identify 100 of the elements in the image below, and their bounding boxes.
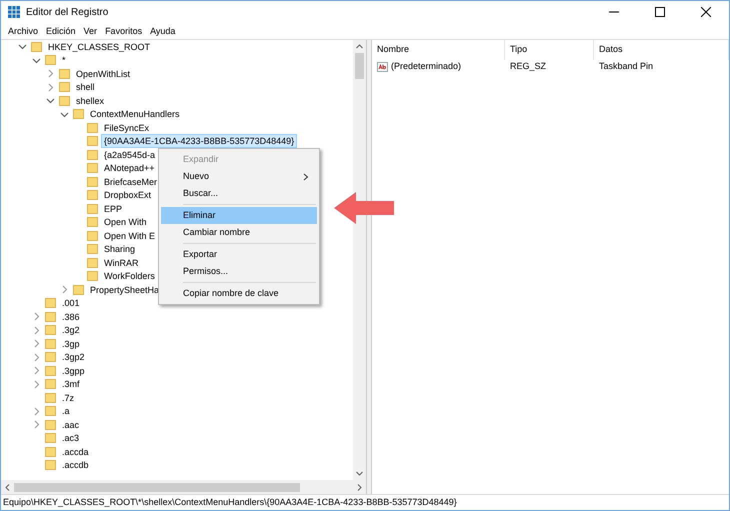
- tree-item[interactable]: ContextMenuHandlers: [88, 108, 182, 120]
- folder-icon: [45, 298, 56, 308]
- folder-icon: [87, 258, 98, 268]
- folder-icon: [87, 122, 98, 133]
- folder-icon: [45, 366, 56, 376]
- tree-item[interactable]: FileSyncEx: [102, 122, 152, 134]
- value-data: Taskband Pin: [598, 60, 654, 74]
- string-value-icon: [377, 62, 388, 72]
- chevron-down-icon[interactable]: [32, 56, 41, 65]
- tree-item[interactable]: BriefcaseMer: [102, 176, 160, 188]
- tree-item[interactable]: *: [60, 54, 68, 66]
- tree-item[interactable]: .a: [60, 405, 72, 418]
- arrow-icon: [334, 192, 394, 224]
- tree-item[interactable]: DropboxExt: [102, 189, 154, 202]
- menu-item[interactable]: Exportar: [161, 246, 317, 263]
- tree-item[interactable]: EPP: [102, 202, 124, 215]
- value-name: (Predeterminado): [391, 60, 462, 74]
- menu-item[interactable]: Eliminar: [161, 207, 317, 224]
- folder-icon: [31, 42, 42, 52]
- chevron-right-icon[interactable]: [32, 380, 41, 389]
- folder-icon: [45, 312, 56, 322]
- close-icon: [701, 7, 711, 17]
- menu-item[interactable]: Archivo: [4, 24, 42, 38]
- tree-item[interactable]: Open With: [102, 216, 149, 228]
- tree-item[interactable]: .386: [60, 310, 82, 323]
- folder-icon: [59, 96, 70, 106]
- menu-item[interactable]: Permisos...: [161, 263, 317, 280]
- folder-icon: [87, 204, 98, 214]
- folder-icon: [45, 433, 56, 444]
- menu-item[interactable]: Buscar...: [161, 185, 317, 202]
- tree-item[interactable]: Sharing: [102, 243, 138, 256]
- chevron-right-icon[interactable]: [32, 352, 41, 362]
- chevron-right-icon[interactable]: [32, 326, 41, 335]
- app-icon: [8, 6, 20, 18]
- folder-icon: [45, 352, 56, 362]
- folder-icon: [59, 68, 70, 79]
- chevron-right-icon[interactable]: [32, 366, 41, 376]
- chevron-right-icon[interactable]: [46, 82, 55, 92]
- tree-item[interactable]: shellex: [74, 94, 106, 107]
- column-header[interactable]: Datos: [594, 40, 729, 60]
- status-bar: Equipo\HKEY_CLASSES_ROOT\*\shellex\ContextMenuHandlers\{90AA3A4E-1CBA-4233-B8BB-535773D48449}: [1, 494, 729, 510]
- window-title: Editor del Registro: [26, 6, 108, 20]
- chevron-right-icon[interactable]: [32, 339, 41, 348]
- chevron-down-icon[interactable]: [46, 96, 55, 106]
- menu-item[interactable]: Nuevo: [161, 168, 317, 185]
- folder-icon: [45, 406, 56, 416]
- column-header[interactable]: Tipo: [505, 40, 594, 60]
- tree-item[interactable]: ANotepad++: [102, 162, 157, 174]
- tree-item[interactable]: .3gp2: [60, 351, 87, 364]
- tree-item[interactable]: .3gp: [60, 338, 82, 350]
- value-type: REG_SZ: [509, 60, 548, 74]
- menu-item[interactable]: Ayuda: [146, 24, 180, 38]
- folder-icon: [45, 392, 56, 403]
- chevron-down-icon[interactable]: [18, 42, 27, 52]
- folder-icon: [87, 230, 98, 241]
- folder-icon: [45, 379, 56, 390]
- tree-item[interactable]: HKEY_CLASSES_ROOT: [46, 40, 152, 53]
- chevron-right-icon[interactable]: [32, 420, 41, 430]
- tree-item[interactable]: .ac3: [60, 432, 82, 444]
- tree-item[interactable]: .001: [60, 297, 82, 310]
- folder-icon: [87, 163, 98, 174]
- menu-item[interactable]: Cambiar nombre: [161, 224, 317, 241]
- chevron-right-icon[interactable]: [32, 406, 41, 416]
- maximize-icon: [655, 7, 665, 17]
- folder-icon: [73, 284, 84, 295]
- tree-item[interactable]: PropertySheetHa: [88, 284, 162, 296]
- tree-item[interactable]: .3mf: [60, 378, 82, 390]
- tree-item[interactable]: shell: [74, 81, 97, 94]
- tree-item[interactable]: {90AA3A4E-1CBA-4233-B8BB-535773D48449}: [102, 135, 296, 148]
- column-header[interactable]: Nombre: [372, 40, 505, 60]
- tree-item[interactable]: .accdb: [60, 459, 91, 472]
- folder-icon: [87, 271, 98, 282]
- tree-item[interactable]: .3g2: [60, 324, 82, 336]
- menu-item[interactable]: Edición: [42, 24, 80, 38]
- tree-item[interactable]: WorkFolders: [102, 270, 157, 282]
- chevron-right-icon[interactable]: [46, 69, 55, 78]
- chevron-right-icon[interactable]: [60, 285, 69, 294]
- folder-icon: [87, 217, 98, 228]
- menu-item[interactable]: Ver: [80, 24, 102, 38]
- folder-icon: [87, 190, 98, 200]
- menu-item[interactable]: Favoritos: [101, 24, 146, 38]
- folder-icon: [45, 338, 56, 349]
- tree-item[interactable]: {a2a9545d-a: [102, 148, 158, 161]
- tree-item[interactable]: WinRAR: [102, 256, 141, 269]
- scrollbar-thumb[interactable]: [14, 482, 300, 492]
- tree-item[interactable]: .aac: [60, 418, 82, 431]
- chevron-down-icon[interactable]: [60, 110, 69, 119]
- folder-icon: [87, 136, 98, 146]
- tree-item[interactable]: Open With E: [102, 230, 158, 242]
- tree-item[interactable]: OpenWithList: [74, 68, 132, 80]
- tree-item[interactable]: .3gpp: [60, 364, 87, 377]
- chevron-right-icon[interactable]: [32, 312, 41, 322]
- tree-item[interactable]: .7z: [60, 392, 76, 404]
- menu-item[interactable]: Copiar nombre de clave: [161, 285, 317, 302]
- tree-item[interactable]: .accda: [60, 446, 91, 458]
- folder-icon: [45, 55, 56, 66]
- folder-icon: [87, 244, 98, 254]
- scrollbar-thumb[interactable]: [355, 53, 364, 79]
- folder-icon: [73, 109, 84, 120]
- folder-icon: [45, 325, 56, 336]
